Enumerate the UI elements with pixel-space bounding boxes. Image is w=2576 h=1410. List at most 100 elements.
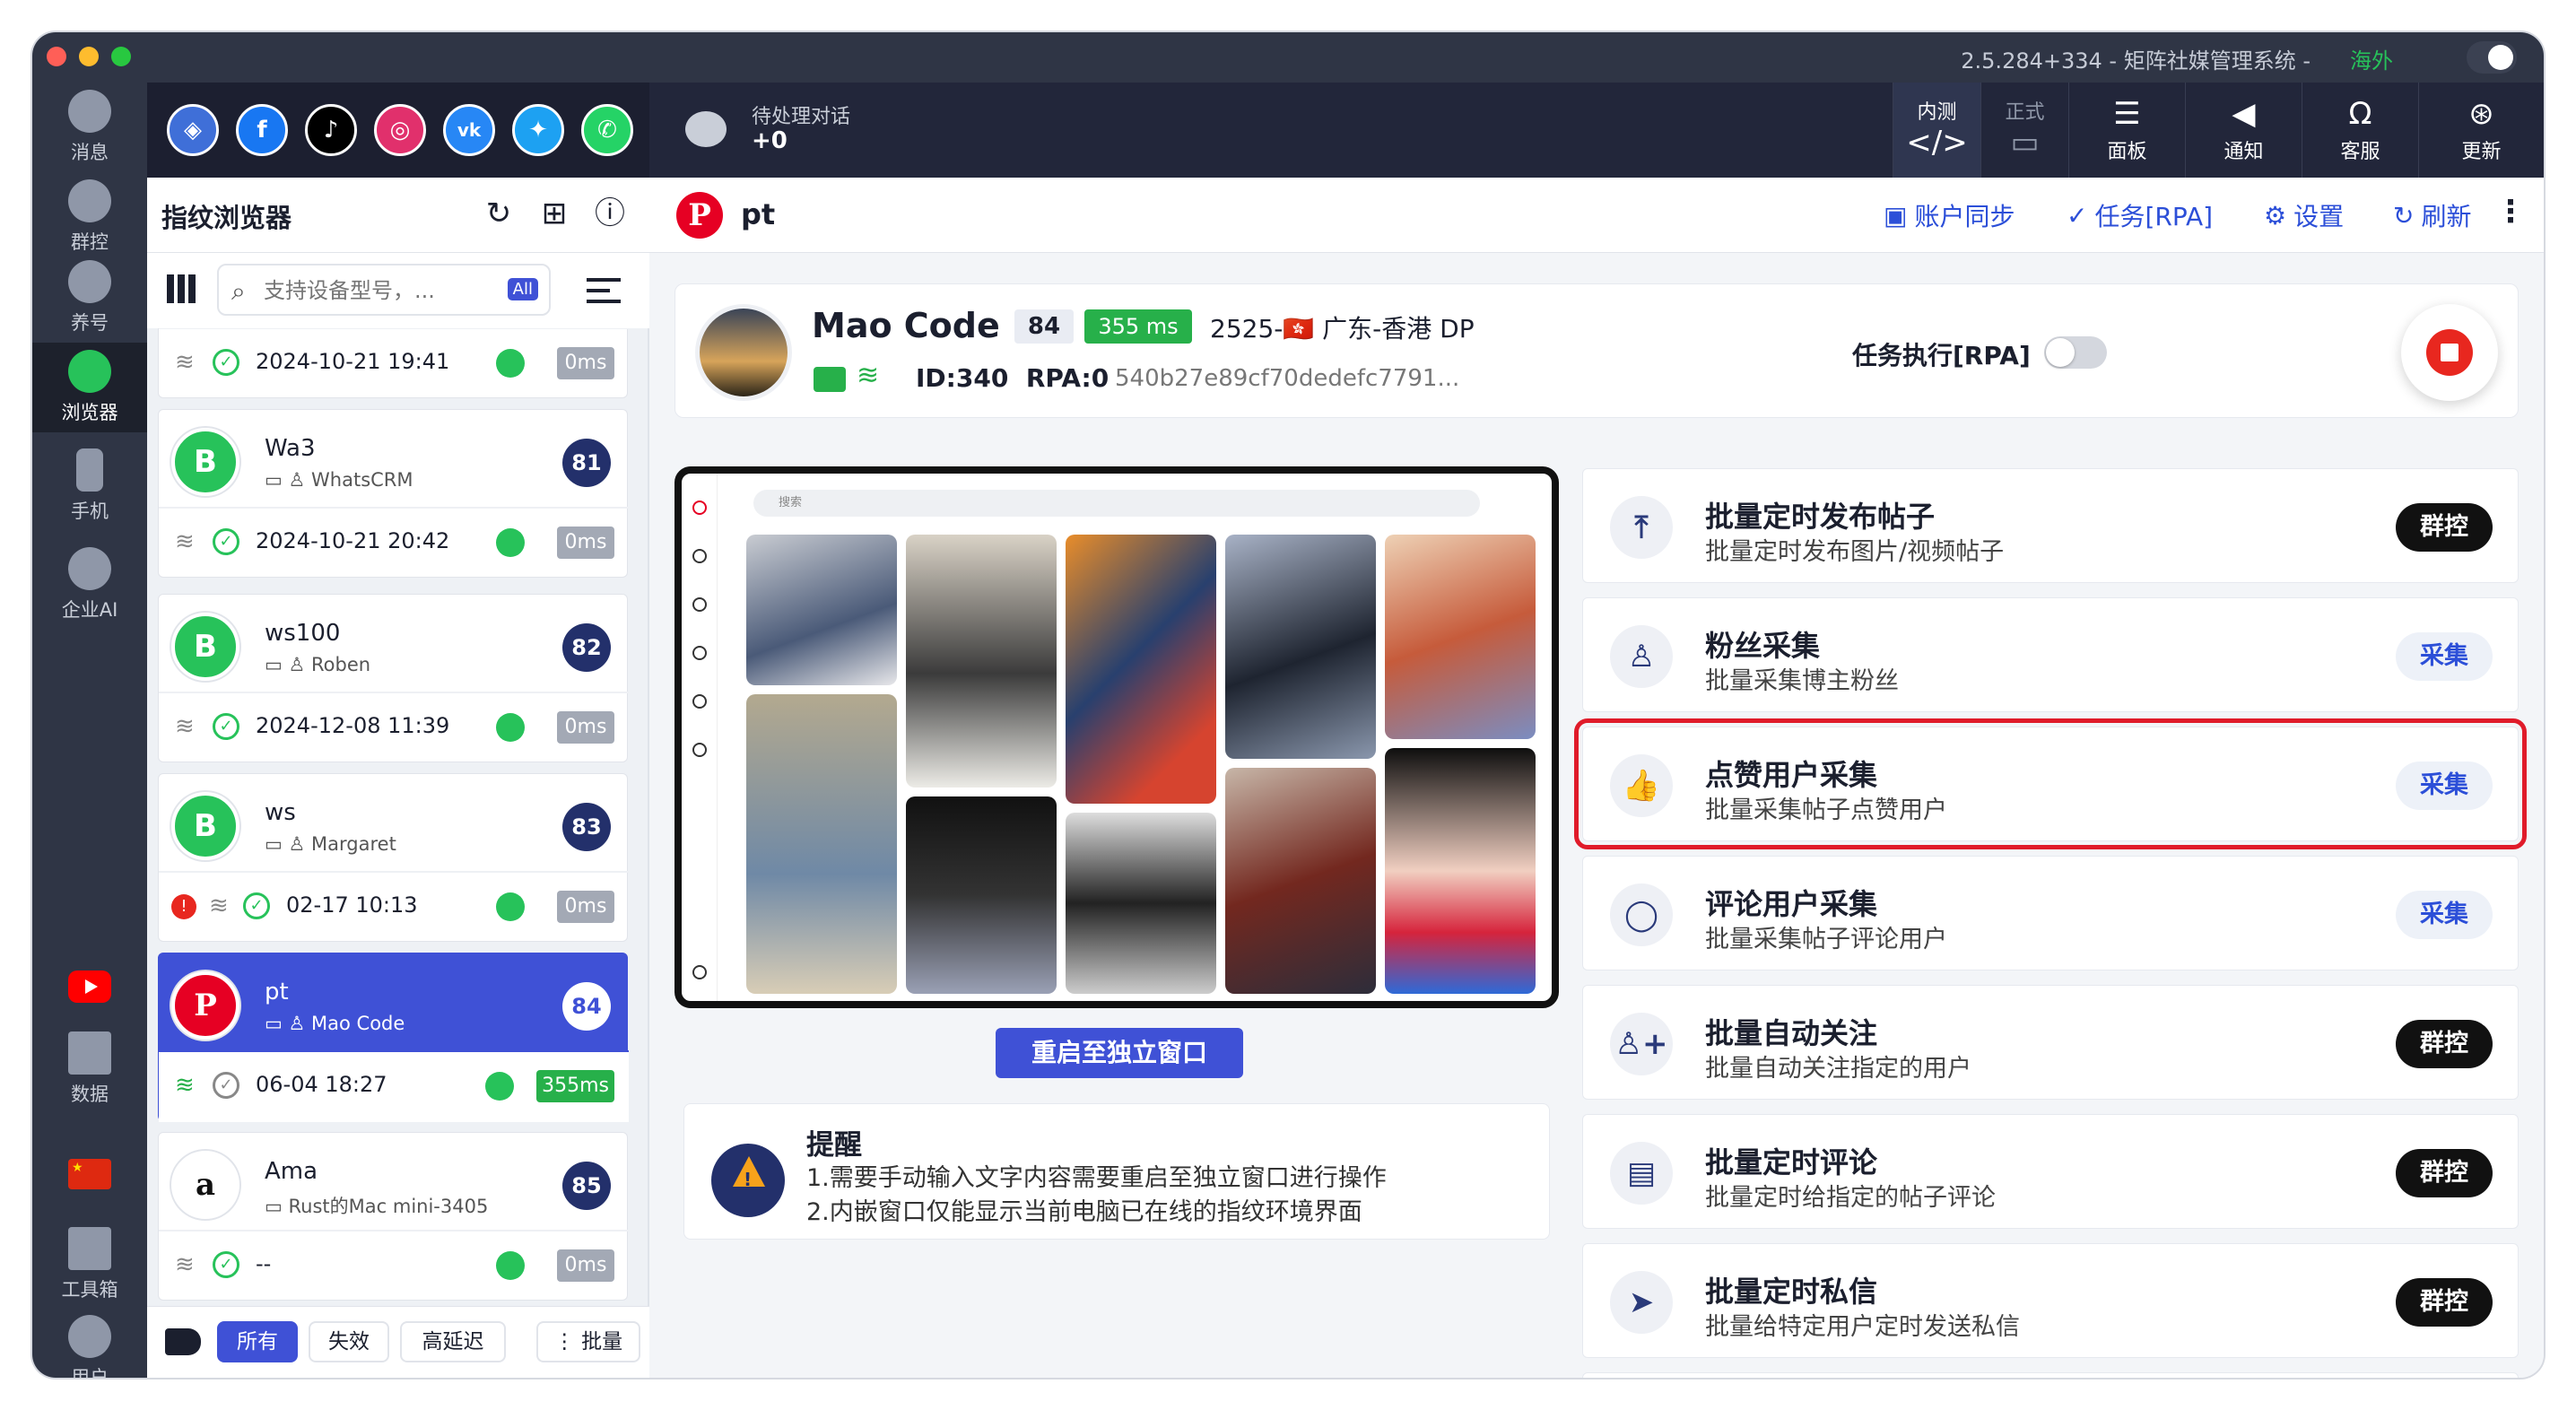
pin-image[interactable] (746, 535, 897, 685)
sliders-icon: ☰ (2113, 96, 2141, 132)
feature-follower-collect[interactable]: ♙ 粉丝采集 批量采集博主粉丝 采集 (1582, 597, 2519, 712)
group-control-button[interactable]: 群控 (2396, 1149, 2493, 1197)
nav-enterprise-ai[interactable]: 企业AI (32, 540, 147, 630)
page-title: pt (741, 197, 776, 231)
list-item[interactable]: a Ama ▭ Rust的Mac mini-3405 85 ≋ ✓ -- 0ms (158, 1132, 629, 1301)
pin-image[interactable] (906, 796, 1057, 994)
check-icon: ✓ (213, 349, 239, 376)
nav-group[interactable]: 群控 (32, 172, 147, 262)
refresh-button[interactable]: ↻ 刷新 (2393, 197, 2471, 233)
collect-button[interactable]: 采集 (2396, 762, 2493, 810)
group-control-button[interactable]: 群控 (2396, 503, 2493, 552)
nav-browser[interactable]: 浏览器 (32, 343, 147, 432)
nav-data[interactable]: 数据 (32, 1024, 147, 1114)
pin-image[interactable] (1066, 535, 1216, 804)
browser-platform-icon[interactable]: ◈ (167, 104, 219, 156)
pin-image[interactable] (1385, 535, 1536, 739)
profile-list: ≋ ✓ 2024-10-21 19:41 0ms B Wa3 ▭ ♙ Whats… (147, 328, 649, 1306)
nav-messages[interactable]: 消息 (32, 83, 147, 172)
feature-like-user-collect[interactable]: 👍 点赞用户采集 批量采集帖子点赞用户 采集 (1574, 718, 2527, 849)
prod-mode-button[interactable]: 正式 ▭ (1980, 83, 2068, 178)
notice-card: 提醒 1.需要手动输入文字内容需要重启至独立窗口进行操作 2.内嵌窗口仅能显示当… (683, 1103, 1550, 1240)
add-icon[interactable]: ⊞ (536, 196, 572, 231)
pin-image[interactable] (1225, 535, 1376, 759)
pin-image[interactable] (1385, 748, 1536, 994)
filter-high-latency-button[interactable]: 高延迟 (400, 1321, 506, 1362)
task-rpa-button[interactable]: ✓ 任务[RPA] (2067, 197, 2213, 233)
list-item-active[interactable]: P pt ▭ ♙ Mao Code 84 ≋ ✓ 06-04 18:27 355… (158, 953, 629, 1122)
nav-toolbox[interactable]: 工具箱 (32, 1220, 147, 1310)
panel-button[interactable]: ☰ 面板 (2068, 83, 2185, 178)
collect-button[interactable]: 采集 (2396, 891, 2493, 939)
send-icon: ➤ (1610, 1271, 1673, 1334)
settings-button[interactable]: ⚙ 设置 (2264, 197, 2344, 233)
pin-image[interactable] (1066, 813, 1216, 994)
sync-icon: ▣ (1884, 200, 1908, 231)
reopen-standalone-button[interactable]: 重启至独立窗口 (996, 1028, 1243, 1078)
nav-nurture[interactable]: 养号 (32, 253, 147, 343)
beta-mode-button[interactable]: 内测 </> (1893, 83, 1980, 178)
support-button[interactable]: Ω 客服 (2302, 83, 2418, 178)
filter-all-button[interactable]: 所有 (217, 1321, 298, 1362)
list-item[interactable]: ≋ ✓ 2024-10-21 19:41 0ms (158, 328, 629, 398)
pinterest-icon: P (676, 192, 723, 239)
search-input[interactable] (264, 273, 479, 309)
youtube-icon[interactable] (68, 970, 111, 1003)
facebook-icon[interactable]: f (236, 104, 288, 156)
notifications-icon (692, 694, 707, 709)
notify-button[interactable]: ◀ 通知 (2185, 83, 2302, 178)
vk-icon[interactable]: vk (443, 104, 495, 156)
instagram-icon[interactable]: ◎ (374, 104, 426, 156)
batch-button[interactable]: ⋮ 批量 (536, 1321, 640, 1362)
nav-phone[interactable]: 手机 (32, 441, 147, 531)
close-window-button[interactable] (47, 47, 66, 66)
feature-scheduled-dm[interactable]: ➤ 批量定时私信 批量给特定用户定时发送私信 群控 (1582, 1243, 2519, 1358)
pin-image[interactable] (906, 535, 1057, 788)
update-button[interactable]: ⊛ 更新 (2418, 83, 2544, 178)
list-item[interactable]: B Wa3 ▭ ♙ WhatsCRM 81 ≋ ✓ 2024-10-21 20:… (158, 409, 629, 578)
feature-partial[interactable] (1582, 1372, 2519, 1378)
more-icon[interactable]: ⋮ (2495, 194, 2526, 230)
feature-comment-user-collect[interactable]: ◯ 评论用户采集 批量采集帖子评论用户 采集 (1582, 856, 2519, 970)
feature-scheduled-comments[interactable]: ▤ 批量定时评论 批量定时给指定的帖子评论 群控 (1582, 1114, 2519, 1229)
comment-icon: ◯ (1610, 883, 1673, 946)
feature-auto-follow[interactable]: ♙+ 批量自动关注 批量自动关注指定的用户 群控 (1582, 985, 2519, 1100)
nav-user[interactable]: 用户 (32, 1308, 147, 1378)
all-filter-badge[interactable]: All (507, 278, 538, 300)
stop-button[interactable] (2401, 304, 2498, 401)
embedded-search[interactable]: 搜索 (753, 490, 1480, 517)
minimize-window-button[interactable] (79, 47, 99, 66)
group-control-button[interactable]: 群控 (2396, 1278, 2493, 1327)
pin-image[interactable] (746, 694, 897, 994)
list-item[interactable]: B ws ▭ ♙ Margaret 83 ! ≋ ✓ 02-17 10:13 0… (158, 773, 629, 942)
grid-view-icon[interactable] (167, 274, 196, 303)
filter-invalid-button[interactable]: 失效 (309, 1321, 389, 1362)
pin-image[interactable] (1225, 768, 1376, 994)
info-icon[interactable]: ⓘ (592, 196, 628, 231)
china-flag-icon[interactable]: ★ (68, 1159, 111, 1189)
sort-icon[interactable] (587, 278, 621, 303)
collect-button[interactable]: 采集 (2396, 632, 2493, 681)
tiktok-icon[interactable]: ♪ (305, 104, 357, 156)
refresh-icon[interactable]: ↻ (481, 196, 517, 231)
group-control-button[interactable]: 群控 (2396, 1020, 2493, 1068)
window-controls (47, 47, 131, 66)
twitter-icon[interactable]: ✦ (512, 104, 564, 156)
list-item[interactable]: B ws100 ▭ ♙ Roben 82 ≋ ✓ 2024-12-08 11:3… (158, 594, 629, 762)
main-content: P pt ▣ 账户同步 ✓ 任务[RPA] ⚙ 设置 ↻ 刷新 ⋮ Mao Code 8… (649, 178, 2544, 1378)
feature-scheduled-posts[interactable]: ⤒ 批量定时发布帖子 批量定时发布图片/视频帖子 群控 (1582, 468, 2519, 583)
pending-conversations[interactable]: 待处理对话 +0 (685, 100, 901, 163)
notice-title: 提醒 (806, 1129, 862, 1162)
zoom-window-button[interactable] (111, 47, 131, 66)
status-icon (485, 1072, 514, 1101)
task-rpa-toggle[interactable] (2044, 336, 2107, 369)
titlebar: 2.5.284+334 - 矩阵社媒管理系统 - 海外 (32, 32, 2544, 83)
tag-icon[interactable] (165, 1328, 201, 1355)
account-sync-button[interactable]: ▣ 账户同步 (1884, 197, 2015, 233)
whatsapp-icon[interactable]: ✆ (581, 104, 633, 156)
wifi-icon: ≋ (175, 1251, 195, 1278)
region-toggle[interactable] (2467, 41, 2517, 74)
latency-badge: 0ms (557, 347, 614, 379)
embedded-browser[interactable]: 搜索 (674, 466, 1559, 1008)
gear-icon: ⚙ (2264, 200, 2287, 231)
